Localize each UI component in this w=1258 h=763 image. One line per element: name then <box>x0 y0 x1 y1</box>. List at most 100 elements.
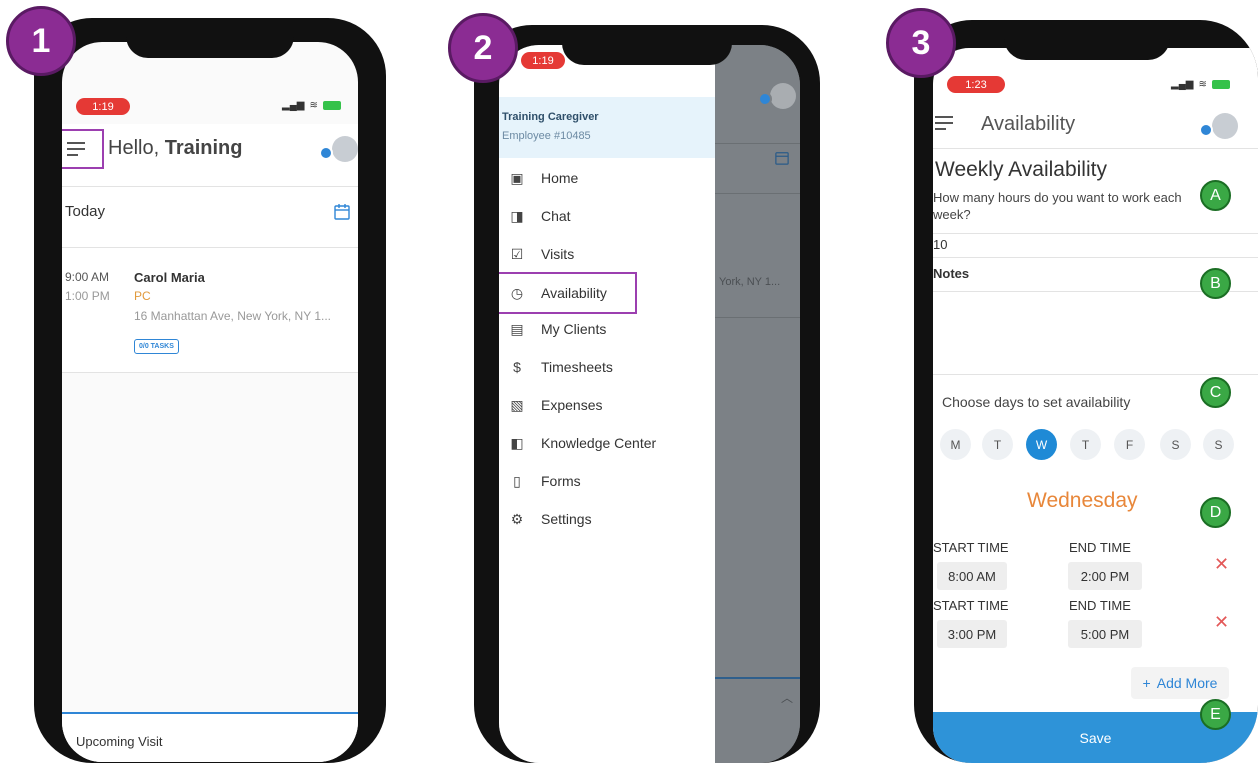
day-thursday[interactable]: T <box>1070 429 1101 460</box>
divider <box>62 372 358 373</box>
add-more-button[interactable]: + Add More <box>1131 667 1229 699</box>
app-header: Availability <box>933 103 1258 147</box>
upcoming-title: Upcoming Visit <box>76 734 163 749</box>
menu-button[interactable] <box>62 129 104 169</box>
phone-2: York, NY 1... ︿ 1:19 Training Caregiver … <box>474 25 820 763</box>
hamburger-icon <box>67 142 85 156</box>
caregiver-name: Training Caregiver <box>502 111 599 123</box>
menu-item-label: My Clients <box>541 321 607 337</box>
remove-slot-icon[interactable]: ✕ <box>1214 612 1229 633</box>
day-sunday[interactable]: S <box>1203 429 1234 460</box>
menu-item-label: Timesheets <box>541 359 613 375</box>
menu-item-availability[interactable]: ◷ Availability <box>499 272 637 314</box>
avatar <box>770 83 796 109</box>
remove-slot-icon[interactable]: ✕ <box>1214 554 1229 575</box>
greeting-text: Hello, <box>108 137 160 159</box>
divider <box>933 257 1258 258</box>
calendar-icon[interactable] <box>334 204 350 220</box>
wifi-icon: ≋ <box>1198 79 1207 90</box>
phone-2-screen: York, NY 1... ︿ 1:19 Training Caregiver … <box>499 45 800 763</box>
clients-icon: ▤ <box>510 320 524 337</box>
tasks-badge[interactable]: 0/0 TASKS <box>134 339 179 354</box>
day-saturday[interactable]: S <box>1160 429 1191 460</box>
bg-divider <box>715 317 800 318</box>
visit-card[interactable]: 9:00 AM 1:00 PM Carol Maria PC 16 Manhat… <box>62 248 358 372</box>
day-monday[interactable]: M <box>940 429 971 460</box>
status-indicators: ▂▄▆ ≋ <box>282 100 341 111</box>
notch <box>562 25 732 65</box>
calendar-icon: ▣ <box>510 169 524 186</box>
step-badge-2: 2 <box>448 13 518 83</box>
start-time-label: START TIME <box>933 540 1009 555</box>
dimmed-background: York, NY 1... ︿ <box>715 45 800 763</box>
chat-icon: ◨ <box>510 207 524 224</box>
divider <box>933 233 1258 234</box>
menu-item-label: Knowledge Center <box>541 435 657 451</box>
nav-drawer: 1:19 Training Caregiver Employee #10485 … <box>499 45 715 763</box>
section-title: Weekly Availability <box>935 158 1107 181</box>
start-time-picker[interactable]: 8:00 AM <box>937 562 1007 590</box>
visit-start-time: 9:00 AM <box>65 270 110 284</box>
start-time-picker[interactable]: 3:00 PM <box>937 620 1007 648</box>
phone-3-screen: 1:23 ▂▄▆ ≋ Availability Weekly Availabil… <box>933 48 1258 763</box>
menu-item-knowledge-center[interactable]: ◧ Knowledge Center <box>499 432 656 454</box>
section-title: Today <box>65 203 106 220</box>
menu-item-label: Availability <box>541 285 607 301</box>
notch <box>1004 20 1170 60</box>
employee-id: Employee #10485 <box>502 130 591 142</box>
menu-item-label: Expenses <box>541 397 603 413</box>
bg-divider <box>715 193 800 194</box>
hamburger-icon[interactable] <box>935 116 953 130</box>
greeting: Hello, Training <box>108 137 243 160</box>
day-wednesday[interactable]: W <box>1026 429 1057 460</box>
phone-1: 1:19 ▂▄▆ ≋ Hello, Training Today 9:00 AM <box>34 18 386 763</box>
menu-item-visits[interactable]: ☑ Visits <box>499 243 574 265</box>
upcoming-panel[interactable]: Upcoming Visit <box>62 712 358 762</box>
user-name: Training <box>164 137 243 159</box>
dollar-icon: $ <box>513 359 521 375</box>
menu-item-label: Chat <box>541 208 571 224</box>
menu-item-my-clients[interactable]: ▤ My Clients <box>499 318 606 340</box>
hours-input[interactable]: 10 <box>933 237 1233 257</box>
save-label: Save <box>1079 729 1112 746</box>
notch <box>126 18 294 58</box>
end-time-picker[interactable]: 5:00 PM <box>1068 620 1142 648</box>
divider <box>933 374 1258 375</box>
bg-address: York, NY 1... <box>719 276 781 288</box>
menu-item-settings[interactable]: ⚙ Settings <box>499 508 592 530</box>
day-friday[interactable]: F <box>1114 429 1145 460</box>
status-indicators: ▂▄▆ ≋ <box>1171 79 1230 90</box>
status-time: 1:19 <box>521 52 565 69</box>
menu-item-timesheets[interactable]: $ Timesheets <box>499 356 613 378</box>
menu-item-chat[interactable]: ◨ Chat <box>499 205 571 227</box>
choose-days-label: Choose days to set availability <box>942 394 1131 410</box>
header-title: Availability <box>981 113 1076 135</box>
badge-d: D <box>1200 497 1231 528</box>
menu-item-forms[interactable]: ▯ Forms <box>499 470 581 492</box>
phone-3: 1:23 ▂▄▆ ≋ Availability Weekly Availabil… <box>914 20 1258 763</box>
chevron-up-icon: ︿ <box>781 691 794 705</box>
day-tuesday[interactable]: T <box>982 429 1013 460</box>
client-name: Carol Maria <box>134 270 205 285</box>
end-time-label: END TIME <box>1069 540 1131 555</box>
menu-item-label: Visits <box>541 246 575 262</box>
divider <box>933 148 1258 149</box>
end-time-label: END TIME <box>1069 598 1131 613</box>
notes-input[interactable] <box>933 292 1233 374</box>
status-time: 1:23 <box>947 76 1005 93</box>
drawer-header: Training Caregiver Employee #10485 <box>499 97 715 158</box>
avatar[interactable] <box>332 136 358 162</box>
avatar[interactable] <box>1212 113 1238 139</box>
end-time-picker[interactable]: 2:00 PM <box>1068 562 1142 590</box>
menu-item-home[interactable]: ▣ Home <box>499 167 578 189</box>
service-type: PC <box>134 289 151 303</box>
plus-icon: + <box>1142 675 1151 691</box>
step-badge-3: 3 <box>886 8 956 78</box>
gear-icon: ⚙ <box>510 510 524 527</box>
menu-item-label: Home <box>541 170 579 186</box>
wifi-icon: ≋ <box>309 100 318 111</box>
menu-item-expenses[interactable]: ▧ Expenses <box>499 394 602 416</box>
badge-e: E <box>1200 699 1231 730</box>
bg-panel-line <box>715 677 800 679</box>
add-more-label: Add More <box>1156 675 1218 691</box>
